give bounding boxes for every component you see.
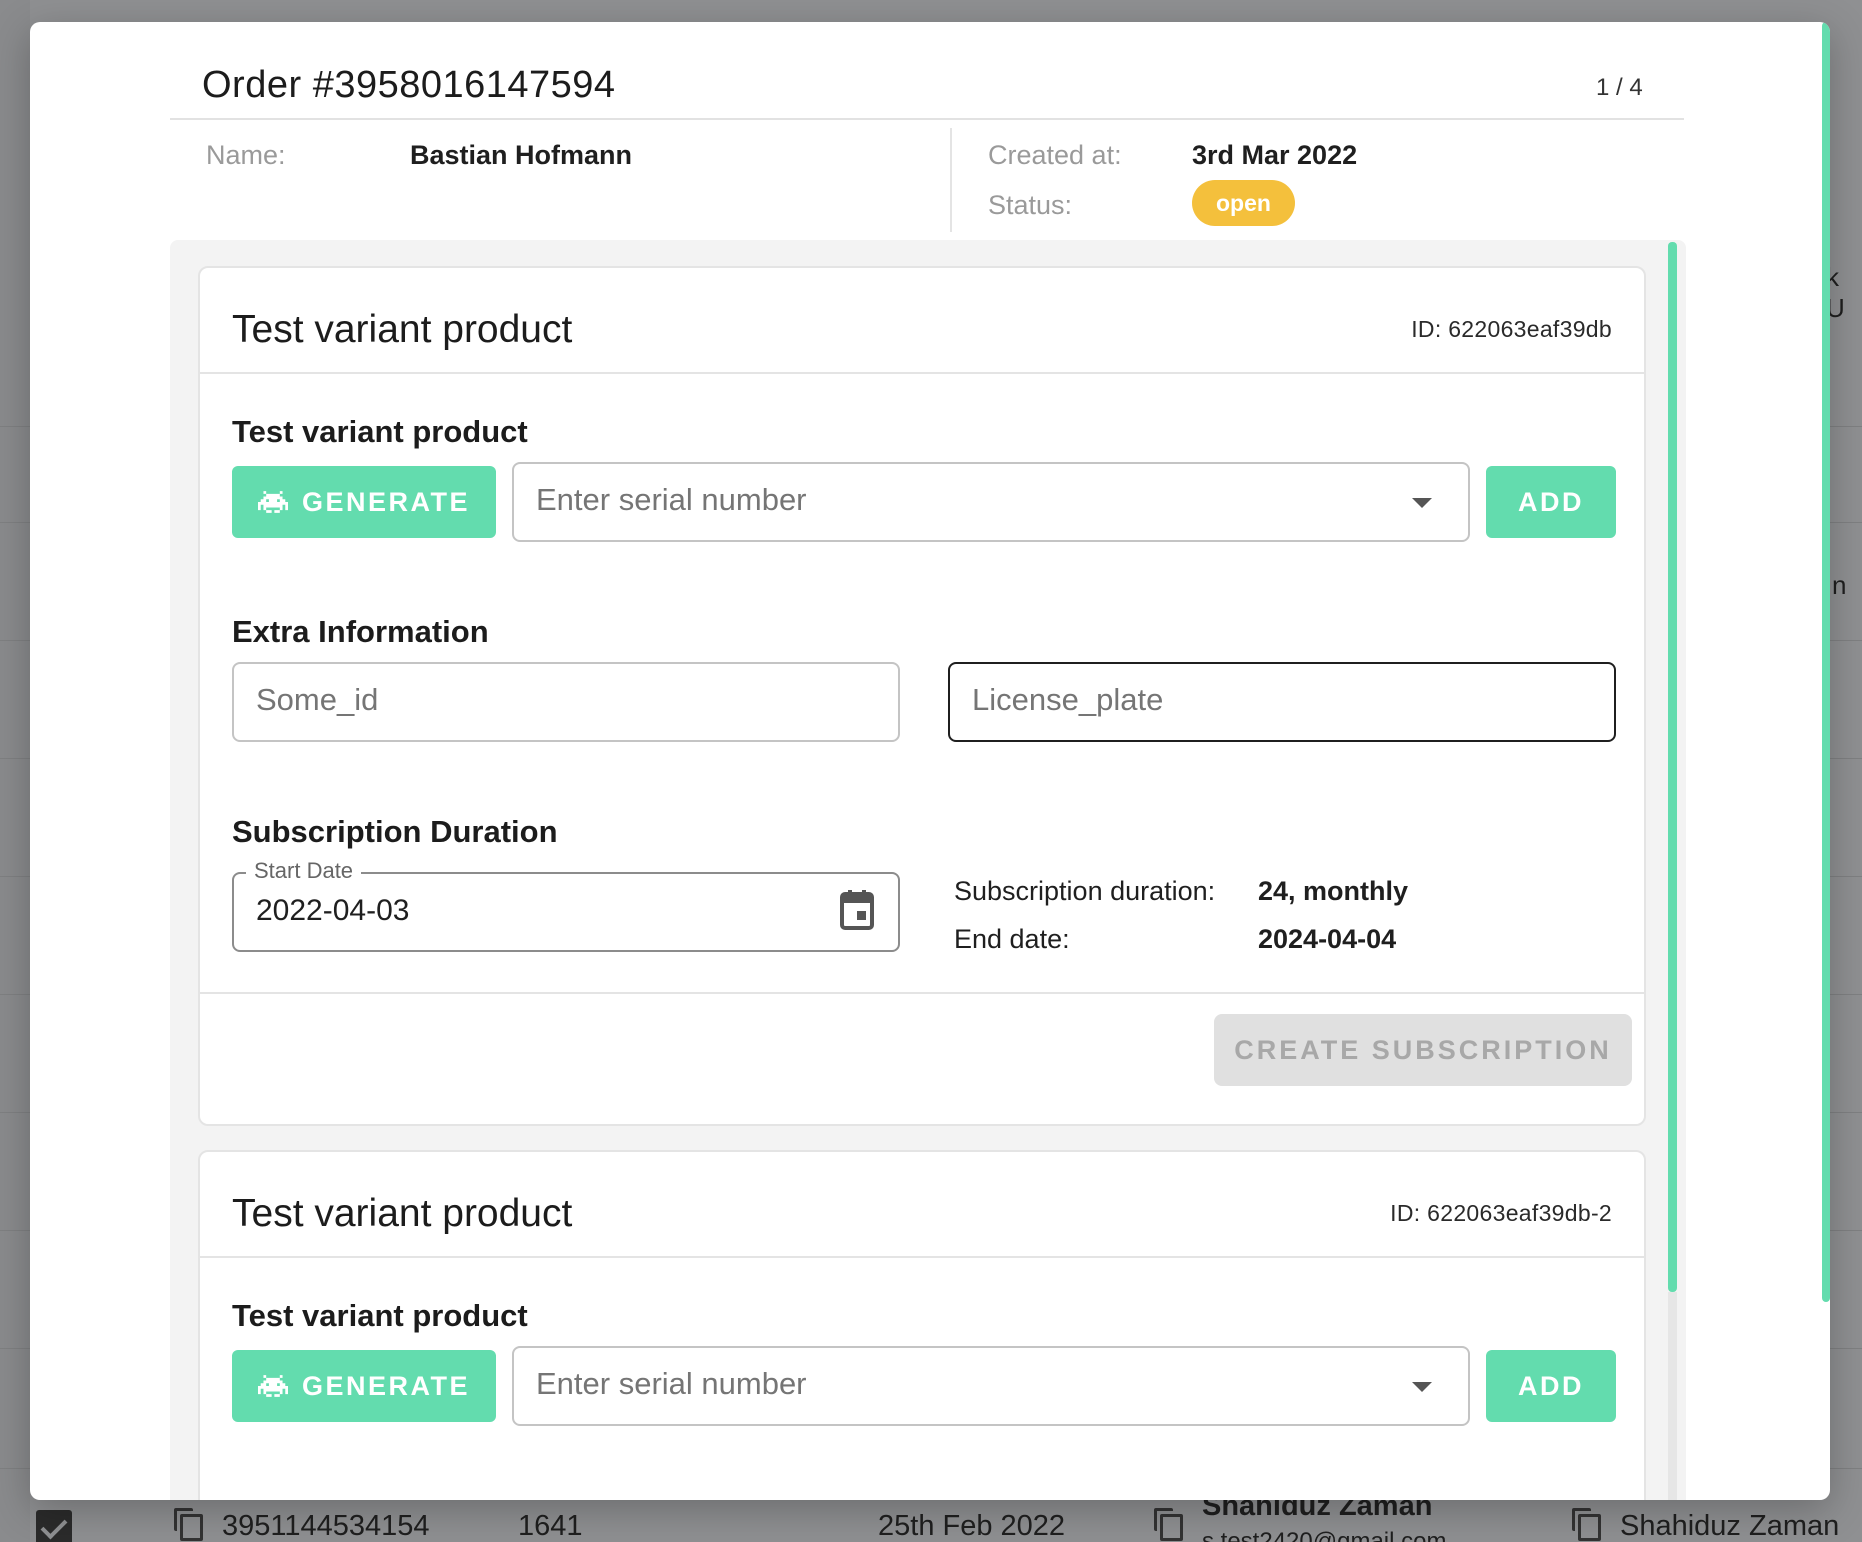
product-label: Test variant product [232,414,528,449]
generate-label: GENERATE [301,1370,470,1401]
extra-information-label: Extra Information [232,614,489,649]
chevron-down-icon[interactable] [1412,498,1432,508]
row-count: 1641 [518,1510,583,1542]
row-customer-name: Shahiduz Zaman [1620,1510,1840,1542]
subscription-duration-info-value: 24, monthly [1258,876,1409,906]
card-title: Test variant product [232,308,573,351]
product-list[interactable]: Test variant product ID: 622063eaf39db T… [170,240,1686,1500]
license-plate-input[interactable]: License_plate [948,662,1616,742]
license-plate-placeholder: License_plate [972,682,1164,717]
scrollbar-track [1668,1292,1677,1500]
info-divider [950,128,952,232]
serial-number-select[interactable]: Enter serial number [512,462,1470,542]
end-date-value: 2024-04-04 [1258,924,1397,954]
row-checkbox[interactable] [36,1510,72,1542]
space-invader-icon [257,1375,288,1397]
chevron-down-icon[interactable] [1412,1382,1432,1392]
row-email-partial: s.test2420@gmail.com [1202,1528,1447,1542]
product-label: Test variant product [232,1298,528,1333]
generate-button[interactable]: GENERATE [232,466,496,538]
card-divider [200,1256,1644,1258]
row-order-number: 3951144534154 [222,1510,430,1542]
subscription-duration-label: Subscription Duration [232,814,558,849]
background-edge-text: k U [1826,262,1845,323]
generate-label: GENERATE [301,486,470,517]
background-table-row[interactable]: 3951144534154 1641 25th Feb 2022 Shahidu… [0,1490,1862,1542]
row-date: 25th Feb 2022 [878,1510,1066,1542]
order-title: Order #3958016147594 [202,64,616,106]
serial-number-placeholder: Enter serial number [536,482,807,517]
add-button[interactable]: ADD [1486,1350,1616,1422]
subscription-duration-info-label: Subscription duration: [954,876,1216,906]
card-title: Test variant product [232,1192,573,1235]
create-subscription-label: CREATE SUBSCRIPTION [1234,1034,1612,1065]
created-at-label: Created at: [988,140,1122,170]
serial-number-select[interactable]: Enter serial number [512,1346,1470,1426]
copy-icon[interactable] [1154,1508,1183,1541]
some-id-input[interactable]: Some_id [232,662,900,742]
name-label: Name: [206,140,286,170]
created-at-value: 3rd Mar 2022 [1192,140,1358,170]
product-list-scrollbar[interactable] [1668,242,1677,1292]
name-value: Bastian Hofmann [410,140,633,170]
add-label: ADD [1518,1370,1584,1401]
order-modal: Order #3958016147594 1 / 4 Name: Bastian… [30,22,1830,1500]
start-date-value: 2022-04-03 [256,894,410,927]
card-divider [200,992,1644,994]
some-id-placeholder: Some_id [256,682,379,717]
order-pager: 1 / 4 [1596,74,1643,101]
modal-scrollbar[interactable] [1822,22,1830,1302]
end-date-label: End date: [954,924,1070,954]
start-date-legend: Start Date [246,858,362,884]
start-date-field[interactable]: Start Date 2022-04-03 [232,858,900,952]
status-badge: open [1192,180,1295,226]
card-id: ID: 622063eaf39db [1411,316,1612,342]
header-divider [170,118,1684,120]
card-id: ID: 622063eaf39db-2 [1390,1200,1612,1226]
add-label: ADD [1518,486,1584,517]
card-divider [200,372,1644,374]
copy-icon[interactable] [174,1508,203,1541]
serial-number-placeholder: Enter serial number [536,1366,807,1401]
background-edge-text: n [1832,570,1847,600]
copy-icon[interactable] [1572,1508,1601,1541]
space-invader-icon [257,491,288,513]
product-card: Test variant product ID: 622063eaf39db T… [198,266,1646,1126]
status-label: Status: [988,190,1073,220]
add-button[interactable]: ADD [1486,466,1616,538]
product-card: Test variant product ID: 622063eaf39db-2… [198,1150,1646,1500]
generate-button[interactable]: GENERATE [232,1350,496,1422]
calendar-icon[interactable] [840,890,874,930]
create-subscription-button[interactable]: CREATE SUBSCRIPTION [1214,1014,1632,1086]
